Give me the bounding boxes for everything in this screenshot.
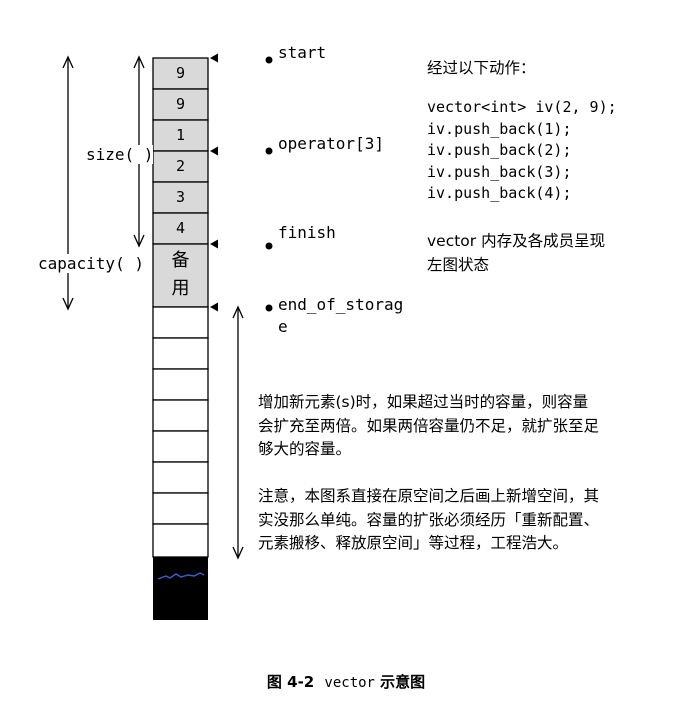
pointer-arrows xyxy=(210,53,218,312)
cell-value: 9 xyxy=(175,95,186,113)
operator-label: operator[3] xyxy=(278,134,384,153)
caption-description: 示意图 xyxy=(380,673,426,691)
finish-arrow-icon xyxy=(210,239,218,249)
cell-value: 4 xyxy=(175,219,186,237)
code-line: iv.push_back(3); xyxy=(427,162,572,181)
end-of-storage-label-line2: e xyxy=(278,317,288,336)
memory-empty-cells xyxy=(152,306,209,558)
note-line: 增加新元素(s)时，如果超过当时的容量，则容量 xyxy=(258,393,589,411)
note-line: 会扩充至两倍。如果两倍容量仍不足，就扩张至足 xyxy=(258,416,600,435)
code-block: vector<int> iv(2, 9); iv.push_back(1); i… xyxy=(427,97,617,205)
start-label: start xyxy=(278,43,327,62)
code-summary-line2: 左图状态 xyxy=(427,256,490,274)
code-line: vector<int> iv(2, 9); xyxy=(427,98,617,116)
growth-double-arrow xyxy=(232,305,244,560)
pointer-bullets xyxy=(265,56,273,312)
finish-label: finish xyxy=(278,223,336,242)
cell-value: 3 xyxy=(175,188,186,206)
size-label: size( ) xyxy=(86,145,154,164)
note-line: 注意，本图系直接在原空间之后画上新增空间，其 xyxy=(258,487,600,505)
figure-caption: 图 4-2 vector 示意图 xyxy=(0,671,692,692)
memory-black-block xyxy=(153,557,208,620)
code-line: iv.push_back(4); xyxy=(427,184,572,202)
spare-label-top: 备 xyxy=(171,250,190,271)
note-line: 实没那么单纯。容量的扩张必须经历「重新配置、 xyxy=(258,510,600,529)
code-line: iv.push_back(2); xyxy=(427,141,572,159)
code-summary-line1: vector 内存及各成员呈现 xyxy=(427,232,606,250)
end-of-storage-label-line1: end_of_storag xyxy=(278,295,404,314)
cell-value: 9 xyxy=(175,64,186,82)
caption-name: vector xyxy=(324,675,375,691)
vector-diagram: 9 9 1 2 3 4 备 用 size( ) capacity( ) star… xyxy=(0,0,692,706)
capacity-label: capacity( ) xyxy=(38,254,144,273)
code-heading: 经过以下动作： xyxy=(427,59,536,77)
start-arrow-icon xyxy=(210,53,218,63)
cell-value: 2 xyxy=(175,157,186,175)
note-line: 元素搬移、释放原空间」等过程，工程浩大。 xyxy=(258,534,569,552)
cell-value: 1 xyxy=(175,126,186,144)
note-line: 够大的容量。 xyxy=(258,440,352,458)
operator-arrow-icon xyxy=(210,146,218,156)
code-line: iv.push_back(1); xyxy=(427,119,572,138)
caption-figure-number: 图 4-2 xyxy=(266,673,315,691)
spare-label-bottom: 用 xyxy=(171,278,190,299)
note-paragraph-2: 注意，本图系直接在原空间之后画上新增空间，其 实没那么单纯。容量的扩张必须经历「… xyxy=(258,485,678,556)
end-of-storage-arrow-icon xyxy=(210,302,218,312)
note-paragraph-1: 增加新元素(s)时，如果超过当时的容量，则容量 会扩充至两倍。如果两倍容量仍不足… xyxy=(258,391,678,462)
